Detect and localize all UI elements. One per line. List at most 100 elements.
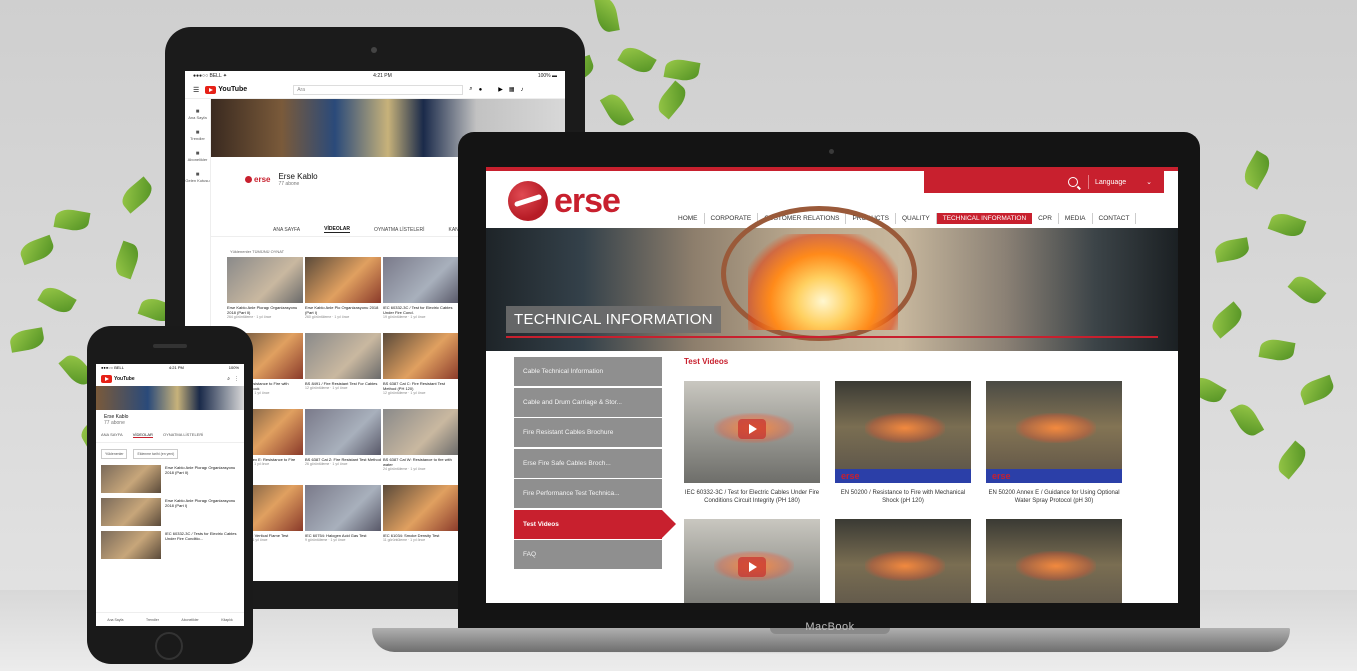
video-card[interactable]: BS 6387 Cat W: Resistance to fire with w… <box>383 409 459 485</box>
video-title[interactable]: IEC 60332-3C / Tests for Electric Cables… <box>165 531 239 559</box>
video-title[interactable]: BS 6387 Cat C: Fire Resistant Test Metho… <box>383 381 459 391</box>
nav-cpr[interactable]: CPR <box>1032 213 1059 224</box>
video-thumbnail[interactable] <box>305 409 381 455</box>
video-title[interactable]: Erse Kablo Anle Ploragı Organizasyonu 20… <box>165 465 239 493</box>
video-thumbnail[interactable] <box>383 485 459 531</box>
search-icon[interactable] <box>1067 177 1078 187</box>
video-card[interactable]: IEC 60754: Halogen Acid Gas Test 9 görünt… <box>305 485 381 561</box>
sidebar-item-fire-resistant-brochure[interactable]: Fire Resistant Cables Brochure <box>514 418 662 447</box>
video-thumbnail[interactable] <box>986 519 1122 603</box>
channel-avatar[interactable]: erse <box>245 175 270 184</box>
nav-corporate[interactable]: CORPORATE <box>705 213 759 224</box>
sidebar-item-cable-technical-information[interactable]: Cable Technical Information <box>514 357 662 386</box>
list-item[interactable]: Erse Kablo Anle Ploragı Organizasyonu 20… <box>101 465 239 493</box>
upload-icon[interactable]: ▶ <box>498 86 503 93</box>
test-video-card[interactable] <box>835 519 971 603</box>
video-thumbnail[interactable] <box>684 381 820 483</box>
bottom-nav-trending[interactable]: Trendler <box>146 618 159 622</box>
uploads-sort[interactable]: Yüklenenler TÜMÜNÜ OYNAT <box>230 249 284 254</box>
video-thumbnail[interactable] <box>101 531 161 559</box>
nav-technical-information[interactable]: TECHNICAL INFORMATION <box>936 213 1033 224</box>
video-thumbnail[interactable] <box>383 409 459 455</box>
search-input[interactable]: Ara <box>293 84 464 95</box>
sidebar-item-faq[interactable]: FAQ <box>514 540 662 569</box>
sort-filter[interactable]: Eklenme tarihi (en yeni) <box>133 449 179 459</box>
erse-logo-mark <box>508 181 548 221</box>
test-video-card[interactable]: erse EN 50200 / Resistance to Fire with … <box>835 381 971 505</box>
play-icon[interactable] <box>738 557 766 577</box>
sidebar-item-cable-drum-carriage[interactable]: Cable and Drum Carriage & Stor... <box>514 387 662 417</box>
test-video-card[interactable] <box>684 519 820 603</box>
language-select[interactable]: Language ⌄ <box>1087 175 1158 189</box>
video-thumbnail[interactable] <box>835 519 971 603</box>
video-thumbnail[interactable] <box>305 333 381 379</box>
title-divider <box>506 336 1158 338</box>
bell-icon[interactable]: ♪ <box>520 87 523 93</box>
video-title[interactable]: Erse Kablo Anle Plo Organizasyonu 2018 (… <box>305 305 381 315</box>
test-video-card[interactable]: erse EN 50200 Annex E / Guidance for Usi… <box>986 381 1122 505</box>
video-title[interactable]: Erse Kablo Anle Ploragı Organizasyonu 20… <box>165 498 239 526</box>
video-card[interactable]: BS 8491 / Fire Resistant Test For Cables… <box>305 333 381 409</box>
sidebar-item-fire-safe-brochure[interactable]: Erse Fire Safe Cables Broch... <box>514 448 662 478</box>
video-title[interactable]: BS 6387 Cat W: Resistance to fire with w… <box>383 457 459 467</box>
phone-home-button[interactable] <box>155 632 183 660</box>
nav-home[interactable]: HOME <box>672 213 705 224</box>
video-card[interactable]: Erse Kablo Anle Ploragı Organizasyonu 20… <box>227 257 303 333</box>
youtube-logo[interactable]: YouTube <box>101 375 135 383</box>
test-video-card[interactable] <box>986 519 1122 603</box>
search-icon[interactable]: ⌕ <box>469 86 472 93</box>
nav-contact[interactable]: CONTACT <box>1093 213 1137 224</box>
rail-item-home[interactable]: Ana Sayfa <box>185 109 210 120</box>
rail-item-trending[interactable]: Trendler <box>185 130 210 141</box>
video-thumbnail[interactable] <box>101 498 161 526</box>
video-title[interactable]: IEC 60332-3C / Test for Electric Cables … <box>383 305 459 315</box>
video-thumbnail[interactable]: erse <box>835 381 971 483</box>
video-card[interactable]: IEC 61034: Smoke Density Test 11 görüntül… <box>383 485 459 561</box>
video-card[interactable]: BS 6387 Cat Z: Fire Resistant Test Metho… <box>305 409 381 485</box>
video-thumbnail[interactable] <box>684 519 820 603</box>
video-card[interactable]: IEC 60332-3C / Test for Electric Cables … <box>383 257 459 333</box>
erse-logo[interactable]: erse <box>508 181 621 221</box>
tab-playlists[interactable]: OYNATMA LİSTELERİ <box>374 227 424 233</box>
bottom-nav-library[interactable]: Kitaplık <box>221 618 232 622</box>
more-icon[interactable]: ⋮ <box>234 376 239 382</box>
video-caption[interactable]: EN 50200 Annex E / Guidance for Using Op… <box>986 489 1122 505</box>
tab-videos[interactable]: VİDEOLAR <box>324 226 350 233</box>
nav-media[interactable]: MEDIA <box>1059 213 1093 224</box>
list-item[interactable]: Erse Kablo Anle Ploragı Organizasyonu 20… <box>101 498 239 526</box>
video-thumbnail[interactable] <box>227 257 303 303</box>
bottom-nav-subscriptions[interactable]: Abonelikler <box>181 618 198 622</box>
technical-sidebar: Cable Technical Information Cable and Dr… <box>514 357 676 571</box>
nav-quality[interactable]: QUALITY <box>896 213 937 224</box>
video-thumbnail[interactable] <box>383 257 459 303</box>
video-thumbnail[interactable] <box>383 333 459 379</box>
play-icon[interactable] <box>738 419 766 439</box>
menu-icon[interactable]: ☰ <box>193 86 199 94</box>
mic-icon[interactable]: ● <box>479 87 483 93</box>
video-meta: 12 görüntüleme · 1 yıl önce <box>305 386 348 390</box>
uploads-filter[interactable]: Yüklenenler <box>101 449 128 459</box>
tab-home[interactable]: ANA SAYFA <box>101 432 123 438</box>
video-thumbnail[interactable] <box>305 257 381 303</box>
tab-playlists[interactable]: OYNATMA LİSTELERİ <box>163 432 203 438</box>
video-caption[interactable]: IEC 60332-3C / Test for Electric Cables … <box>684 489 820 505</box>
video-caption[interactable]: EN 50200 / Resistance to Fire with Mecha… <box>835 489 971 505</box>
sidebar-item-test-videos[interactable]: Test Videos <box>514 509 676 539</box>
video-thumbnail[interactable] <box>101 465 161 493</box>
search-icon[interactable]: ⌕ <box>227 376 230 382</box>
bottom-nav-home[interactable]: Ana Sayfa <box>107 618 123 622</box>
rail-item-inbox[interactable]: Gelen Kutusu <box>185 172 210 183</box>
video-thumbnail[interactable] <box>305 485 381 531</box>
youtube-logo[interactable]: YouTube <box>205 85 247 94</box>
test-video-card[interactable]: IEC 60332-3C / Test for Electric Cables … <box>684 381 820 505</box>
video-title[interactable]: Erse Kablo Anle Ploragı Organizasyonu 20… <box>227 305 303 315</box>
video-thumbnail[interactable]: erse <box>986 381 1122 483</box>
rail-item-subscriptions[interactable]: Abonelikler <box>185 151 210 162</box>
apps-icon[interactable]: ▦ <box>509 86 515 93</box>
video-card[interactable]: Erse Kablo Anle Plo Organizasyonu 2018 (… <box>305 257 381 333</box>
video-card[interactable]: BS 6387 Cat C: Fire Resistant Test Metho… <box>383 333 459 409</box>
tab-videos[interactable]: VİDEOLAR <box>132 432 153 438</box>
tab-home[interactable]: ANA SAYFA <box>273 227 300 233</box>
list-item[interactable]: IEC 60332-3C / Tests for Electric Cables… <box>101 531 239 559</box>
sidebar-item-fire-performance-test[interactable]: Fire Performance Test Technica... <box>514 479 662 508</box>
